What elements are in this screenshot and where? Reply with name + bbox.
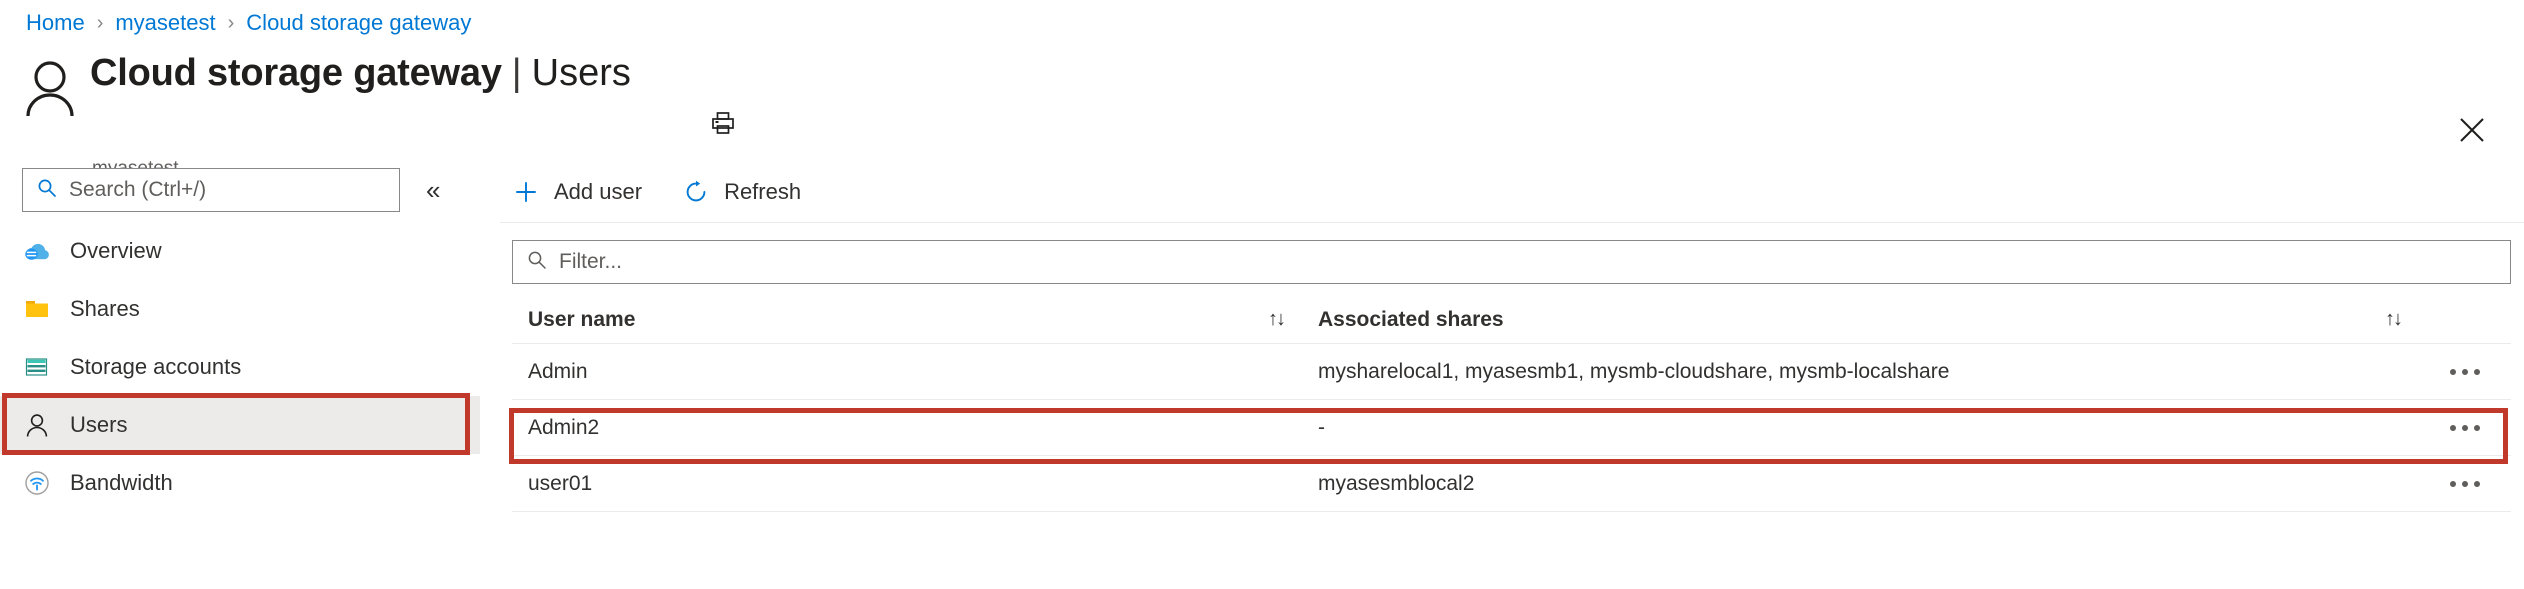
table-header-row: User name ↑↓ Associated shares ↑↓	[512, 296, 2511, 344]
search-box[interactable]	[22, 168, 400, 212]
column-header-label: Associated shares	[1318, 307, 1504, 331]
cell-user-name: user01	[528, 471, 593, 495]
sidebar-item-label: Shares	[70, 296, 140, 321]
cell-user-name: Admin	[528, 359, 588, 383]
ellipsis-icon[interactable]	[2450, 424, 2480, 431]
breadcrumb-item-cloud-storage-gateway[interactable]: Cloud storage gateway	[246, 10, 471, 36]
sidebar-item-label: Users	[70, 412, 128, 437]
folder-icon	[22, 294, 52, 324]
refresh-button[interactable]: Refresh	[682, 178, 801, 206]
cell-associated-shares: -	[1318, 415, 1325, 439]
breadcrumb-item-home[interactable]: Home	[26, 10, 85, 36]
add-user-label: Add user	[554, 179, 643, 204]
breadcrumb-separator-icon: ›	[96, 11, 104, 34]
plus-icon	[512, 178, 540, 206]
sidebar-item-label: Storage accounts	[70, 354, 242, 379]
refresh-icon	[682, 178, 710, 206]
page-title: Cloud storage gateway | Users	[90, 52, 631, 95]
command-bar: Add user Refresh	[512, 166, 801, 218]
sidebar-search-row: «	[22, 168, 440, 212]
column-header-label: User name	[528, 307, 636, 331]
print-icon[interactable]	[706, 106, 740, 140]
blade-sidebar: « Overview	[0, 160, 480, 540]
column-header-user-name[interactable]: User name ↑↓	[512, 308, 1302, 332]
row-actions[interactable]	[2419, 480, 2511, 487]
sidebar-item-label: Overview	[70, 238, 162, 263]
add-user-button[interactable]: Add user	[512, 178, 642, 206]
sort-icon[interactable]: ↑↓	[2385, 308, 2403, 331]
bandwidth-icon	[22, 468, 52, 498]
row-actions[interactable]	[2419, 368, 2511, 375]
breadcrumb: Home › myasetest › Cloud storage gateway	[26, 8, 471, 38]
page-title-separator: |	[511, 52, 522, 94]
user-icon	[22, 410, 52, 440]
cell-associated-shares: myasesmblocal2	[1318, 471, 1475, 495]
command-bar-divider	[500, 222, 2524, 223]
search-icon	[37, 178, 57, 203]
table-row[interactable]: Admin2 -	[512, 400, 2511, 456]
row-actions[interactable]	[2419, 424, 2511, 431]
sidebar-item-storage-accounts[interactable]: Storage accounts	[0, 338, 480, 396]
sidebar-item-overview[interactable]: Overview	[0, 222, 480, 280]
table-row[interactable]: Admin mysharelocal1, myasesmb1, mysmb-cl…	[512, 344, 2511, 400]
sidebar-item-shares[interactable]: Shares	[0, 280, 480, 338]
sidebar-item-bandwidth[interactable]: Bandwidth	[0, 454, 480, 512]
ellipsis-icon[interactable]	[2450, 368, 2480, 375]
breadcrumb-separator-icon: ›	[227, 11, 235, 34]
cloud-icon	[22, 236, 52, 266]
search-input[interactable]	[67, 177, 389, 203]
breadcrumb-item-myasetest[interactable]: myasetest	[115, 10, 215, 36]
blade-content: Add user Refresh Filter... User name ↑↓ …	[500, 160, 2524, 560]
sidebar-item-users[interactable]: Users	[0, 396, 480, 454]
column-header-associated-shares[interactable]: Associated shares ↑↓	[1302, 308, 2419, 332]
filter-box[interactable]	[512, 240, 2511, 284]
blade-header: Cloud storage gateway | Users myasetest	[0, 48, 2524, 179]
users-table: User name ↑↓ Associated shares ↑↓ Admin …	[512, 296, 2511, 512]
table-row[interactable]: user01 myasesmblocal2	[512, 456, 2511, 512]
cell-associated-shares: mysharelocal1, myasesmb1, mysmb-cloudsha…	[1318, 359, 1950, 383]
sort-icon[interactable]: ↑↓	[1268, 308, 1286, 331]
sidebar-item-label: Bandwidth	[70, 470, 173, 495]
user-avatar-icon	[22, 58, 78, 120]
search-icon	[527, 250, 547, 275]
filter-input[interactable]	[557, 249, 2500, 275]
collapse-sidebar-icon[interactable]: «	[426, 177, 440, 203]
storage-account-icon	[22, 352, 52, 382]
cell-user-name: Admin2	[528, 415, 600, 439]
ellipsis-icon[interactable]	[2450, 480, 2480, 487]
page-title-resource: Cloud storage gateway	[90, 52, 502, 94]
sidebar-nav-list: Overview Shares Storage accounts Users B…	[0, 222, 480, 512]
page-title-section: Users	[531, 52, 631, 94]
azure-portal-blade: Home › myasetest › Cloud storage gateway…	[0, 0, 2524, 589]
refresh-label: Refresh	[724, 179, 802, 204]
close-icon[interactable]	[2452, 110, 2492, 150]
